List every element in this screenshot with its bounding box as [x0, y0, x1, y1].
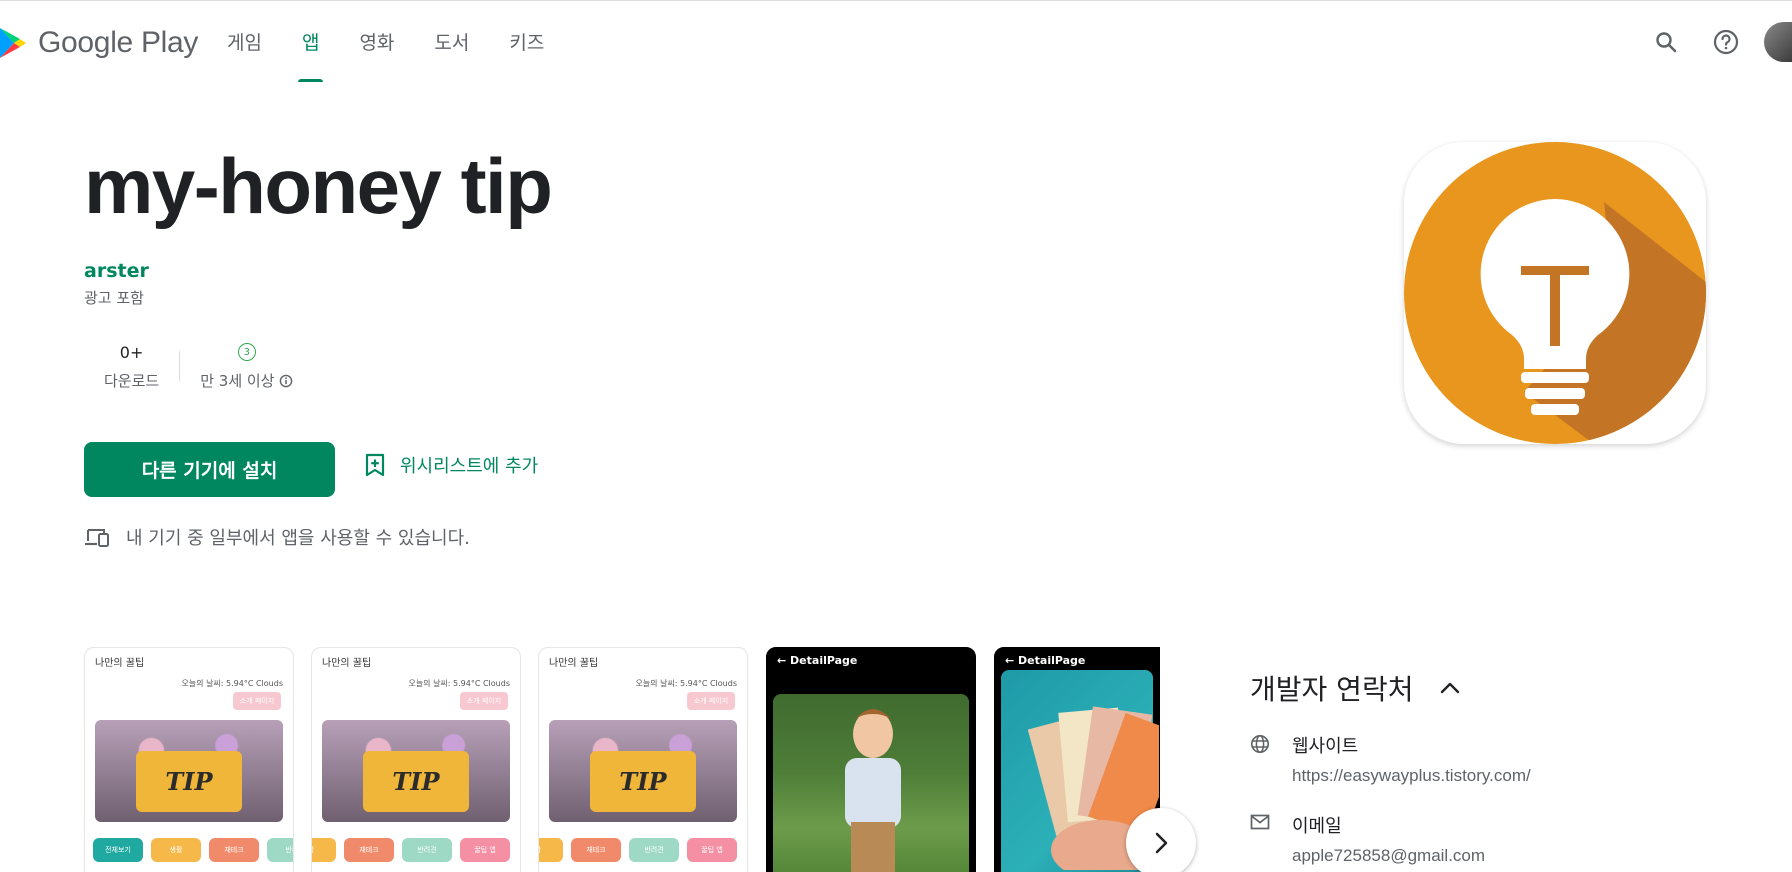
downloads-value: 0+	[119, 342, 144, 362]
category-chip: 재테크	[344, 838, 394, 862]
developer-contact-heading[interactable]: 개발자 연락처	[1250, 668, 1461, 708]
developer-link[interactable]: arster	[84, 260, 149, 282]
category-chip: 꿀팁 앱	[687, 838, 737, 862]
website-label: 웹사이트	[1292, 736, 1359, 757]
main-nav: 게임 앱 영화 도서 키즈	[210, 0, 567, 82]
tip-jar-text: TIP	[590, 750, 696, 812]
website-url[interactable]: https://easywayplus.tistory.com/	[1292, 766, 1531, 786]
screenshot-title: 나만의 꿀팁	[322, 658, 372, 669]
mail-icon	[1250, 812, 1274, 866]
chevron-up-icon[interactable]	[1439, 681, 1461, 695]
app-stats: 0+ 다운로드 3 만 3세 이상	[84, 340, 313, 391]
category-chip: 반려견	[402, 838, 452, 862]
globe-icon	[1250, 732, 1274, 786]
category-chips: 활 재테크 반려견 꿀팁 앱	[312, 838, 518, 862]
nav-tab-games[interactable]: 게임	[210, 0, 279, 82]
help-button[interactable]	[1706, 22, 1746, 62]
rating-label: 만 3세 이상	[200, 372, 275, 390]
screenshot-4[interactable]: ← DetailPage	[766, 647, 976, 872]
search-button[interactable]	[1646, 22, 1686, 62]
category-chip: 활	[539, 838, 563, 862]
google-play-logo[interactable]: Google Play	[0, 26, 198, 60]
email-label: 이메일	[1292, 816, 1342, 837]
tip-jar-text: TIP	[363, 750, 469, 812]
search-icon	[1656, 32, 1677, 53]
email-contact[interactable]: 이메일 apple725858@gmail.com	[1250, 812, 1485, 866]
content-rating-stat: 3 만 3세 이상	[180, 340, 313, 391]
tip-jar-image: TIP	[322, 720, 510, 822]
category-chip: 전체보기	[93, 838, 143, 862]
developer-contact-section: 개발자 연락처 웹사이트 https://easywayplus.tistory…	[1250, 668, 1531, 865]
nav-tab-movies[interactable]: 영화	[342, 0, 411, 82]
lightbulb-icon	[1404, 142, 1706, 444]
website-contact[interactable]: 웹사이트 https://easywayplus.tistory.com/	[1250, 732, 1531, 786]
install-button[interactable]: 다른 기기에 설치	[84, 442, 335, 497]
brand-name: Google Play	[38, 26, 199, 59]
tip-jar-image: TIP	[95, 720, 283, 822]
info-icon[interactable]	[279, 374, 293, 388]
category-chip: 재테크	[209, 838, 259, 862]
detail-page-title: ← DetailPage	[1005, 654, 1086, 667]
screenshot-1[interactable]: 나만의 꿀팁 오늘의 날씨: 5.94°C Clouds 소개 페이지 TIP …	[84, 647, 294, 872]
screenshot-3[interactable]: 나만의 꿀팁 오늘의 날씨: 5.94°C Clouds 소개 페이지 TIP …	[538, 647, 748, 872]
device-availability-text: 내 기기 중 일부에서 앱을 사용할 수 있습니다.	[126, 528, 470, 549]
email-address[interactable]: apple725858@gmail.com	[1292, 846, 1485, 866]
tip-jar-image: TIP	[549, 720, 737, 822]
category-chips: 활 재테크 반려견 꿀팁 앱	[539, 838, 745, 862]
screenshot-button: 소개 페이지	[460, 692, 508, 710]
devices-icon	[85, 529, 109, 547]
category-chip: 꿀팁 앱	[460, 838, 510, 862]
device-availability-note: 내 기기 중 일부에서 앱을 사용할 수 있습니다.	[84, 524, 470, 550]
category-chip: 재테크	[571, 838, 621, 862]
contains-ads-label: 광고 포함	[84, 289, 144, 307]
wishlist-button[interactable]: 위시리스트에 추가	[364, 452, 538, 478]
screenshot-weather: 오늘의 날씨: 5.94°C Clouds	[635, 679, 737, 688]
help-icon	[1713, 29, 1739, 55]
category-chip: 반려	[267, 838, 293, 862]
category-chips: 전체보기 생활 재테크 반려	[93, 838, 293, 862]
detail-photo-child	[773, 694, 969, 872]
nav-tab-kids[interactable]: 키즈	[492, 0, 561, 82]
category-chip: 반려견	[629, 838, 679, 862]
developer-contact-title: 개발자 연락처	[1250, 673, 1414, 706]
nav-tab-books[interactable]: 도서	[417, 0, 486, 82]
category-chip: 생활	[151, 838, 201, 862]
account-avatar[interactable]	[1764, 22, 1792, 62]
screenshot-title: 나만의 꿀팁	[95, 658, 145, 669]
screenshot-carousel[interactable]: 나만의 꿀팁 오늘의 날씨: 5.94°C Clouds 소개 페이지 TIP …	[84, 647, 1160, 872]
rating-badge-icon: 3	[237, 343, 256, 361]
app-icon	[1404, 142, 1706, 444]
header-actions	[1626, 22, 1792, 62]
screenshot-2[interactable]: 나만의 꿀팁 오늘의 날씨: 5.94°C Clouds 소개 페이지 TIP …	[311, 647, 521, 872]
bookmark-add-icon	[365, 453, 385, 477]
wishlist-label: 위시리스트에 추가	[400, 456, 539, 477]
carousel-next-button[interactable]	[1126, 808, 1196, 872]
screenshot-weather: 오늘의 날씨: 5.94°C Clouds	[408, 679, 510, 688]
screenshot-title: 나만의 꿀팁	[549, 658, 599, 669]
top-app-bar: Google Play 게임 앱 영화 도서 키즈	[0, 0, 1792, 82]
downloads-stat: 0+ 다운로드	[84, 340, 179, 391]
screenshot-button: 소개 페이지	[687, 692, 735, 710]
tip-jar-text: TIP	[136, 750, 242, 812]
nav-tab-apps[interactable]: 앱	[285, 0, 336, 82]
app-title: my-honey tip	[84, 142, 553, 230]
category-chip: 활	[312, 838, 336, 862]
screenshot-button: 소개 페이지	[233, 692, 281, 710]
screenshot-weather: 오늘의 날씨: 5.94°C Clouds	[181, 679, 283, 688]
detail-page-title: ← DetailPage	[777, 654, 858, 667]
play-triangle-icon	[0, 28, 26, 58]
chevron-right-icon	[1155, 832, 1168, 854]
downloads-label: 다운로드	[104, 372, 160, 390]
